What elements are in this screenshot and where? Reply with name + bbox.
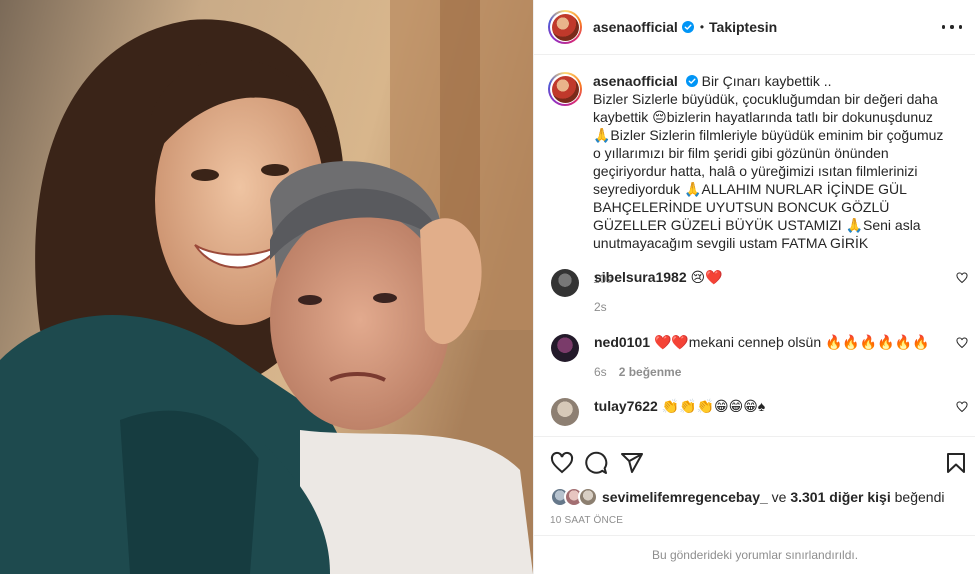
comment-text: ❤️❤️mekani cenneþ olsün 🔥🔥🔥🔥🔥🔥 <box>653 334 930 350</box>
comment-item: sibelsura1982 😢❤️ 2s <box>548 268 968 316</box>
liked-by-row: sevimelifemregencebay_ ve 3.301 diğer ki… <box>550 487 944 507</box>
commenter-username[interactable]: sibelsura1982 <box>594 269 687 285</box>
caption-text: Bir Çınarı kaybettik .. Bizler Sizlerle … <box>593 73 944 251</box>
commenter-avatar[interactable] <box>551 398 579 426</box>
author-avatar[interactable] <box>548 10 582 44</box>
heart-icon[interactable] <box>956 337 968 349</box>
comments-limited-notice: Bu gönderideki yorumlar sınırlandırıldı. <box>534 535 975 574</box>
commenter-username[interactable]: tulay7622 <box>594 398 658 414</box>
post-photo[interactable] <box>0 0 533 574</box>
header-separator: • <box>699 20 705 34</box>
comment-likes[interactable]: 2 beğenme <box>619 363 682 381</box>
bookmark-icon[interactable] <box>944 451 968 475</box>
commenter-username[interactable]: ned0101 <box>594 334 650 350</box>
comments-section[interactable]: asenaofficial Bir Çınarı kaybettik .. Bi… <box>534 56 975 436</box>
share-icon[interactable] <box>620 451 644 475</box>
commenter-avatar[interactable] <box>551 269 579 297</box>
post-caption: asenaofficial Bir Çınarı kaybettik .. Bi… <box>548 72 968 288</box>
liked-by-connector: ve <box>771 489 787 505</box>
heart-icon[interactable] <box>550 451 574 475</box>
commenter-avatar[interactable] <box>551 334 579 362</box>
liked-by-others-count[interactable]: 3.301 diğer kişi <box>790 489 890 505</box>
heart-icon[interactable] <box>956 401 968 413</box>
caption-avatar[interactable] <box>548 72 582 106</box>
verified-badge-icon <box>685 75 698 87</box>
comment-item: tulay7622 👏👏👏😁😁😁♠ <box>548 397 968 426</box>
author-username[interactable]: asenaofficial <box>593 19 678 35</box>
more-options-icon[interactable] <box>942 19 962 35</box>
liked-by-suffix: beğendi <box>894 489 945 505</box>
comment-text: 😢❤️ <box>690 269 723 285</box>
comment-icon[interactable] <box>584 451 608 475</box>
follow-status-button[interactable]: Takiptesin <box>709 19 777 35</box>
comment-item: ned0101 ❤️❤️mekani cenneþ olsün 🔥🔥🔥🔥🔥🔥 6… <box>548 333 968 381</box>
liked-by-avatars[interactable] <box>550 487 600 507</box>
post-timestamp[interactable]: 10 SAAT ÖNCE <box>550 515 623 526</box>
comment-text: 👏👏👏😁😁😁♠ <box>661 398 766 414</box>
verified-badge-icon <box>681 21 694 33</box>
caption-username[interactable]: asenaofficial <box>593 73 678 89</box>
heart-icon[interactable] <box>956 272 968 284</box>
liked-by-first-user[interactable]: sevimelifemregencebay_ <box>602 489 768 505</box>
post-photo-image <box>0 0 533 574</box>
post-action-bar <box>534 436 975 486</box>
comment-time[interactable]: 6s <box>594 363 607 381</box>
comment-time[interactable]: 2s <box>594 298 607 316</box>
post-header: asenaofficial • Takiptesin <box>534 0 975 55</box>
post-side-panel: asenaofficial • Takiptesin asenaofficial <box>533 0 975 574</box>
